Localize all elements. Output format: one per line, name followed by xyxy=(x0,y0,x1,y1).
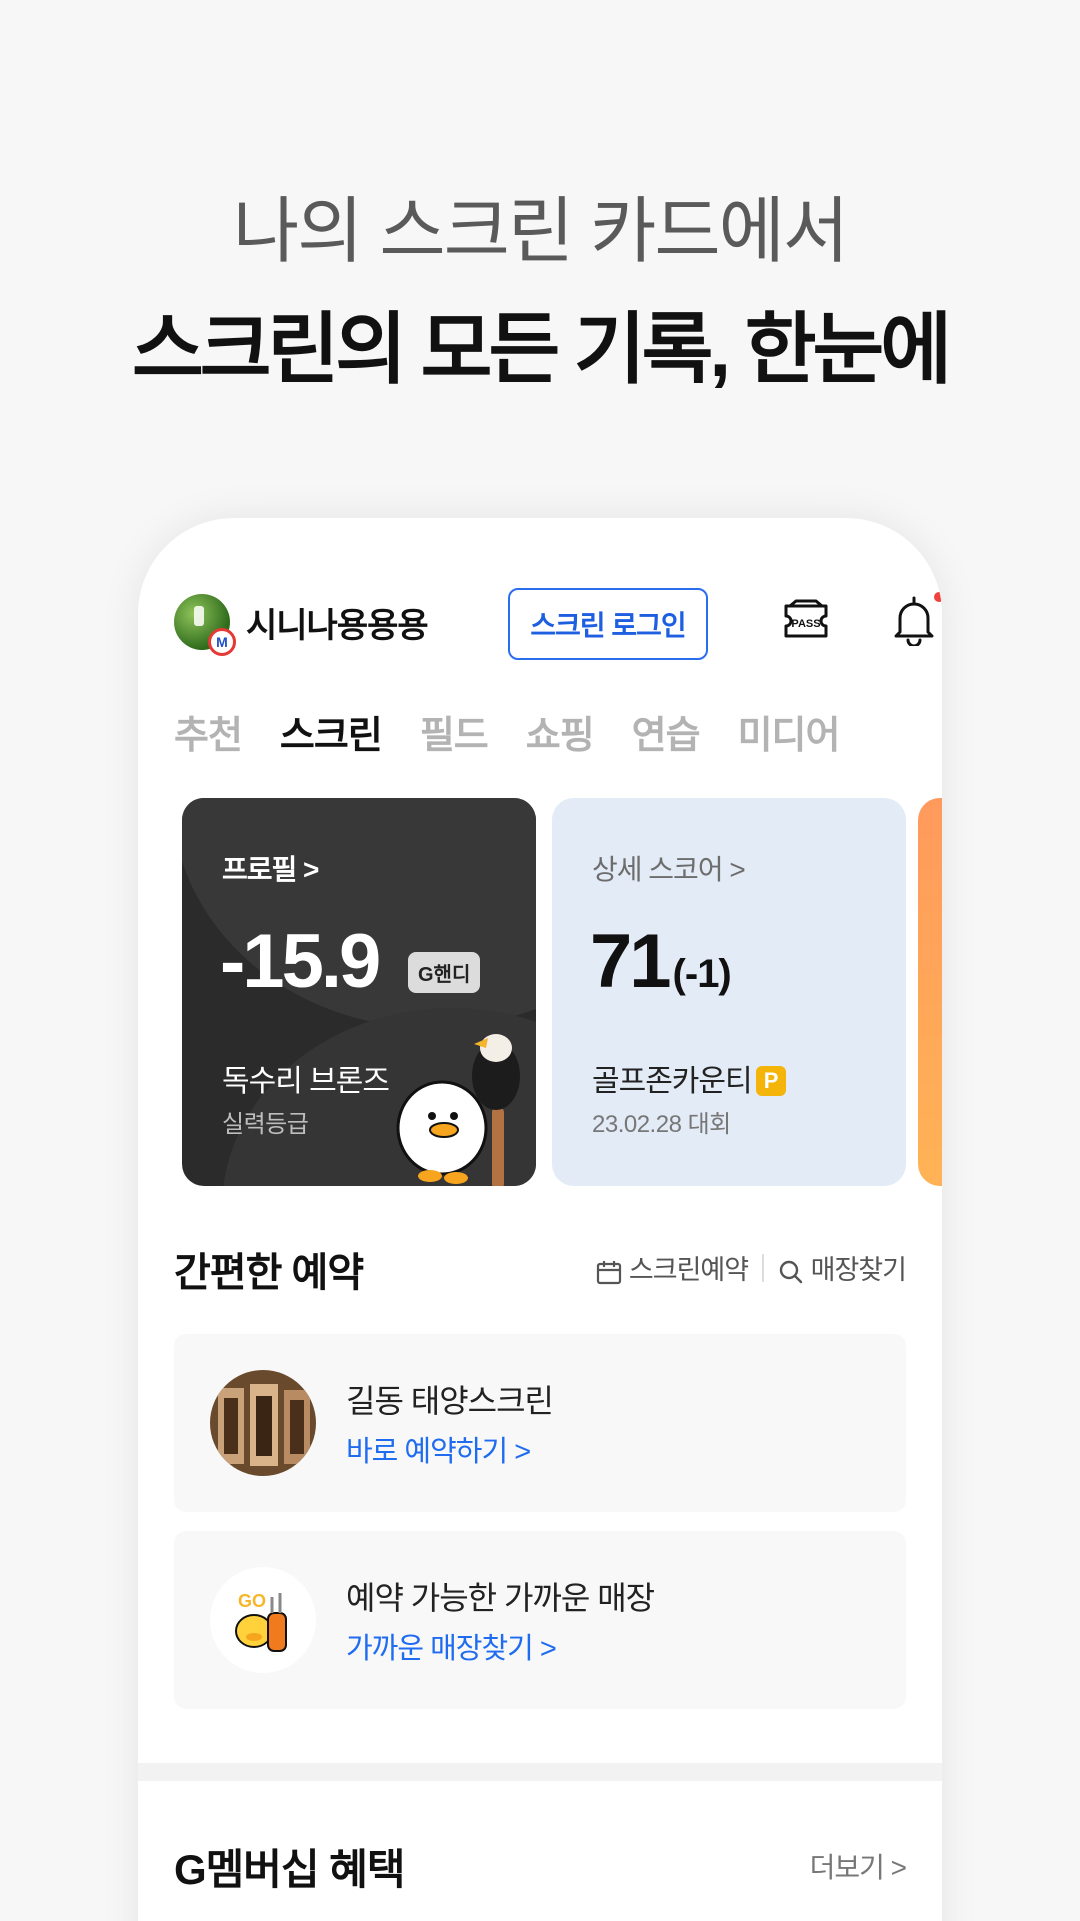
promo-subtitle: 나의 스크린 카드에서 xyxy=(232,192,849,272)
membership-header: G멤버십 혜택 더보기 > xyxy=(174,1836,907,1896)
reservation-quick-links: 스크린예약 매장찾기 xyxy=(596,1248,907,1287)
screen-reserve-link[interactable]: 스크린예약 xyxy=(596,1248,749,1287)
profile-link[interactable]: 프로필 > xyxy=(222,848,319,888)
membership-badge: M xyxy=(208,628,236,656)
score-card[interactable]: 상세 스코어 > 71 (-1) 골프존카운티 P 23.02.28 대회 xyxy=(552,798,906,1186)
book-now-link[interactable]: 바로 예약하기 > xyxy=(346,1428,531,1470)
booking-store-name: 길동 태양스크린 xyxy=(346,1383,554,1419)
score-diff: (-1) xyxy=(672,952,732,996)
category-tabs: 추천 스크린 필드 쇼핑 연습 미디어 xyxy=(174,704,841,759)
booking-item[interactable]: GO 예약 가능한 가까운 매장 가까운 매장찾기 > xyxy=(174,1531,906,1709)
membership-title: G멤버십 혜택 xyxy=(174,1846,406,1893)
next-card-peek[interactable] xyxy=(918,798,942,1186)
nearby-store-title: 예약 가능한 가까운 매장 xyxy=(346,1580,655,1616)
score-date: 23.02.28 대회 xyxy=(592,1111,731,1138)
tab-practice[interactable]: 연습 xyxy=(632,704,701,759)
score-number: 71 xyxy=(590,919,672,1004)
pass-ticket-icon[interactable]: PASS xyxy=(782,598,830,642)
premium-badge: P xyxy=(755,1066,786,1096)
booking-item[interactable]: 길동 태양스크린 바로 예약하기 > xyxy=(174,1334,906,1512)
handicap-tag: G핸디 xyxy=(408,952,481,993)
tab-recommend[interactable]: 추천 xyxy=(174,704,243,759)
promo-title: 스크린의 모든 기록, 한눈에 xyxy=(131,305,952,393)
notification-dot xyxy=(934,592,942,602)
venue-name: 골프존카운티 xyxy=(592,1065,753,1098)
screen-login-button[interactable]: 스크린 로그인 xyxy=(508,588,708,660)
promo-headline: 나의 스크린 카드에서 스크린의 모든 기록, 한눈에 xyxy=(0,182,1080,404)
search-icon xyxy=(779,1260,803,1284)
handicap-value: -15.9 xyxy=(220,919,381,1004)
reservation-title: 간편한 예약 xyxy=(174,1251,364,1295)
duck-eagle-mascot-icon xyxy=(396,1034,520,1186)
divider xyxy=(762,1253,765,1282)
score-value: 71 (-1) xyxy=(590,918,732,1005)
reservation-header: 간편한 예약 스크린예약 매장찾기 xyxy=(174,1236,907,1296)
detail-score-link[interactable]: 상세 스코어 > xyxy=(592,848,746,888)
venue-row: 골프존카운티 P xyxy=(592,1056,786,1100)
tab-media[interactable]: 미디어 xyxy=(738,704,841,759)
top-bar: M 시니나용용용 스크린 로그인 PASS xyxy=(174,586,942,662)
svg-text:GO: GO xyxy=(238,1591,266,1611)
find-store-label: 매장찾기 xyxy=(810,1255,907,1285)
golf-flag-icon xyxy=(194,606,204,626)
find-store-link[interactable]: 매장찾기 xyxy=(778,1248,907,1287)
tab-shopping[interactable]: 쇼핑 xyxy=(526,704,595,759)
pass-icon-label: PASS xyxy=(791,618,820,630)
find-nearby-link[interactable]: 가까운 매장찾기 > xyxy=(346,1625,557,1667)
bell-icon[interactable] xyxy=(892,594,936,646)
tab-screen[interactable]: 스크린 xyxy=(280,704,383,759)
more-link[interactable]: 더보기 > xyxy=(810,1846,907,1886)
profile-card[interactable]: 프로필 > -15.9 G핸디 독수리 브론즈 실력등급 xyxy=(182,798,536,1186)
phone-screen: M 시니나용용용 스크린 로그인 PASS 추천 스크린 필드 쇼핑 연습 미디… xyxy=(138,518,942,1921)
tab-field[interactable]: 필드 xyxy=(420,704,489,759)
screen-cards-carousel[interactable]: 프로필 > -15.9 G핸디 독수리 브론즈 실력등급 상세 스코어 > 71… xyxy=(182,798,942,1188)
golf-bag-mascot-icon: GO xyxy=(210,1567,316,1673)
skill-grade-label: 실력등급 xyxy=(222,1111,309,1138)
calendar-icon xyxy=(597,1260,622,1284)
avatar[interactable]: M xyxy=(174,594,236,656)
screen-reserve-label: 스크린예약 xyxy=(628,1255,749,1285)
username[interactable]: 시니나용용용 xyxy=(246,598,429,647)
skill-grade: 독수리 브론즈 xyxy=(222,1065,390,1098)
section-divider xyxy=(138,1763,942,1781)
store-photo xyxy=(210,1370,316,1476)
